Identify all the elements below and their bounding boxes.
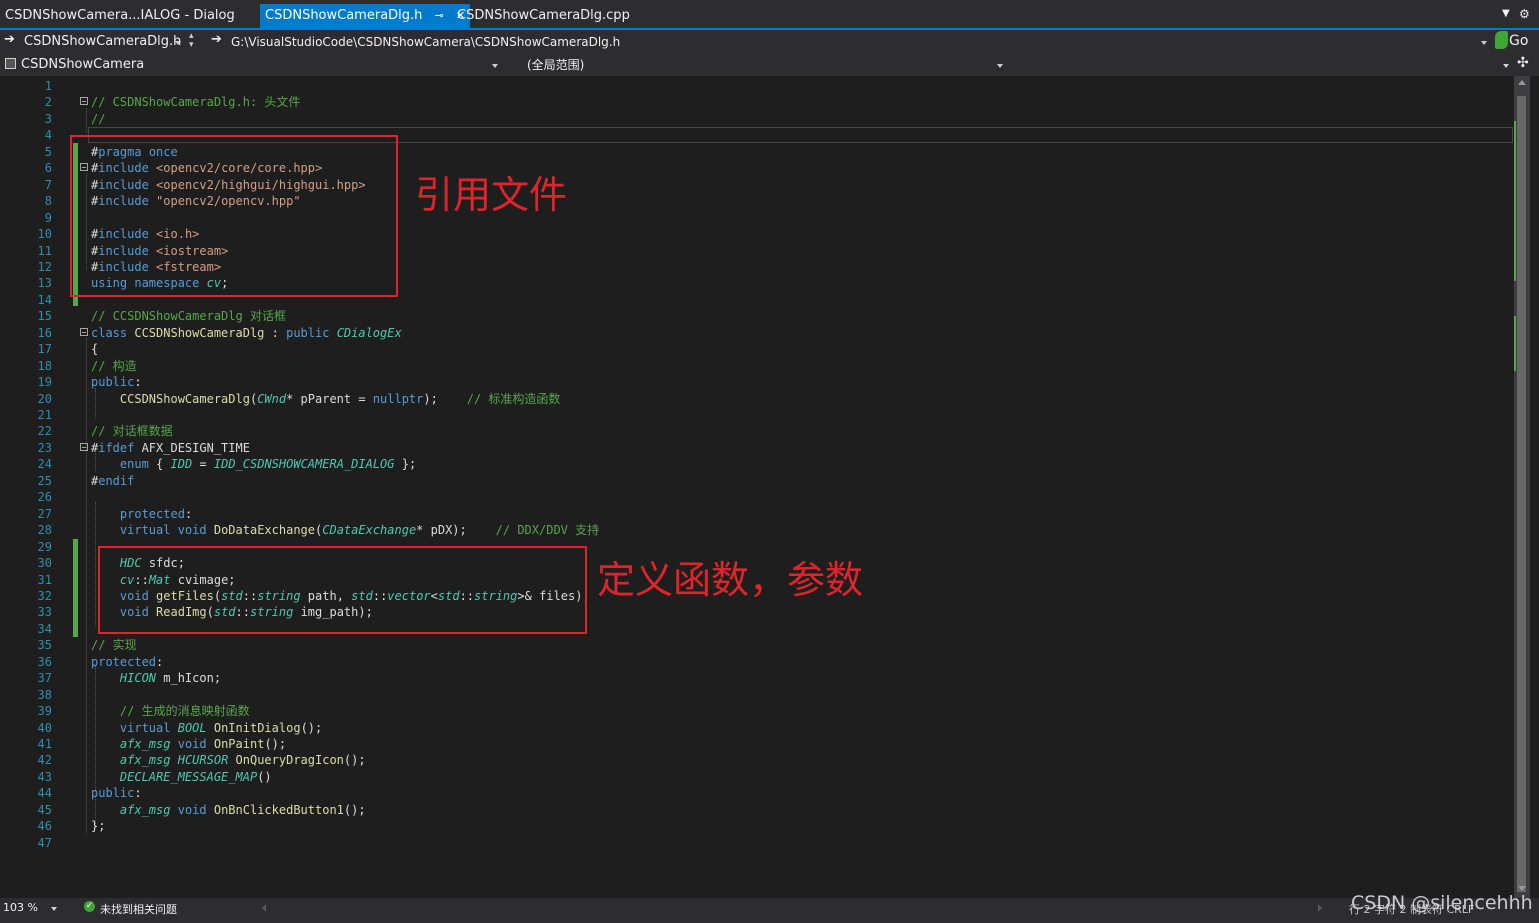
code-line[interactable]: protected: [91, 506, 192, 522]
horizontal-scrollbar[interactable] [260, 903, 1330, 915]
watermark: CSDN @silencehhh [1351, 892, 1533, 914]
document-tab-bar: CSDNShowCamera...IALOG - Dialog CSDNShow… [0, 0, 1539, 30]
go-icon[interactable] [1495, 31, 1508, 49]
code-line[interactable]: afx_msg void OnPaint(); [91, 736, 286, 752]
check-icon: ✓ [84, 901, 95, 912]
scope-combo-value: (全局范围) [527, 58, 585, 72]
file-combo[interactable]: CSDNShowCameraDlg.h [24, 32, 184, 52]
tab-dlg-header[interactable]: CSDNShowCameraDlg.h ⊸ ✕ [260, 4, 471, 28]
scroll-up-icon[interactable] [1518, 80, 1526, 85]
path-value: G:\VisualStudioCode\CSDNShowCamera\CSDNS… [231, 35, 621, 49]
annotation-box-members [98, 546, 587, 634]
tab-label: CSDNShowCamera...IALOG - Dialog [5, 8, 235, 23]
code-line[interactable]: // 对话框数据 [91, 423, 173, 439]
code-line[interactable]: // [91, 111, 105, 127]
code-line[interactable]: // CCSDNShowCameraDlg 对话框 [91, 308, 286, 324]
scope-combo[interactable]: (全局范围) [527, 55, 1002, 75]
navigation-bar: ➔ CSDNShowCameraDlg.h ▴ ▾ ➔ G:\VisualStud… [0, 30, 1539, 54]
project-combo-value: CSDNShowCamera [21, 57, 145, 72]
scroll-down-icon[interactable] [1518, 886, 1526, 891]
project-icon [5, 58, 16, 69]
scroll-change-marker [1514, 316, 1516, 371]
member-combo[interactable] [1012, 55, 1502, 75]
gear-icon[interactable]: ⚙ [1519, 7, 1530, 21]
code-line[interactable]: DECLARE_MESSAGE_MAP() [91, 769, 272, 785]
issues-status[interactable]: 未找到相关问题 [100, 901, 177, 917]
annotation-include-note: 引用文件 [415, 173, 568, 217]
code-line[interactable]: class CCSDNShowCameraDlg : public CDialo… [91, 325, 402, 341]
code-line[interactable]: public: [91, 785, 142, 801]
file-combo-value: CSDNShowCameraDlg.h [24, 34, 182, 49]
scroll-right-icon[interactable] [1318, 904, 1322, 912]
code-line[interactable]: // CSDNShowCameraDlg.h: 头文件 [91, 94, 300, 110]
pin-icon[interactable]: ⊸ [435, 4, 444, 28]
code-line[interactable]: afx_msg HCURSOR OnQueryDragIcon(); [91, 752, 366, 768]
code-line[interactable]: enum { IDD = IDD_CSDNSHOWCAMERA_DIALOG }… [91, 456, 416, 472]
code-line[interactable]: // 生成的消息映射函数 [91, 703, 250, 719]
code-line[interactable]: { [91, 341, 98, 357]
code-line[interactable]: protected: [91, 654, 163, 670]
split-icon[interactable]: ✣ [1517, 55, 1529, 71]
chevron-down-icon[interactable] [1503, 64, 1509, 68]
chevron-down-icon[interactable] [1481, 41, 1487, 45]
scroll-thumb[interactable] [1517, 96, 1526, 892]
arrow-right-icon: ➔ [211, 32, 222, 47]
chevron-down-icon[interactable] [492, 64, 498, 68]
tab-label: CSDNShowCameraDlg.h [265, 8, 423, 23]
scroll-left-icon[interactable] [262, 904, 266, 912]
chevron-down-icon[interactable] [175, 41, 181, 45]
annotation-define-note: 定义函数，参数 [597, 558, 864, 602]
up-down-icon[interactable]: ▴ ▾ [189, 32, 194, 50]
tab-dlg-cpp[interactable]: CSDNShowCameraDlg.cpp [452, 4, 635, 28]
code-line[interactable]: #ifdef AFX_DESIGN_TIME [91, 440, 250, 456]
code-line[interactable]: virtual void DoDataExchange(CDataExchang… [91, 522, 599, 538]
go-button[interactable]: Go [1509, 33, 1528, 49]
project-combo[interactable]: CSDNShowCamera [21, 55, 496, 75]
editor-status-bar: 103 % ✓ 未找到相关问题 行 2 字符 2 制表符 CRLF CSDN @… [0, 892, 1539, 923]
scroll-change-marker [1514, 121, 1516, 281]
annotation-box-includes [70, 135, 398, 297]
code-line[interactable]: #endif [91, 473, 134, 489]
code-line[interactable]: // 实现 [91, 637, 137, 653]
chevron-down-icon[interactable] [997, 64, 1003, 68]
code-editor[interactable]: 1 2 3 4 5 6 7 8 9 10 11 12 13 14 15 16 17 18 19 20 21 22 23 24 2… [0, 76, 1514, 898]
code-line[interactable]: public: [91, 374, 142, 390]
arrow-right-icon: ➔ [4, 32, 15, 47]
zoom-level[interactable]: 103 % [3, 901, 38, 914]
code-line[interactable]: afx_msg void OnBnClickedButton1(); [91, 802, 366, 818]
code-line[interactable]: }; [91, 818, 105, 834]
scope-bar: CSDNShowCamera (全局范围) ✣ [0, 54, 1539, 76]
code-line[interactable]: // 构造 [91, 358, 137, 374]
code-line[interactable]: CCSDNShowCameraDlg(CWnd* pParent = nullp… [91, 391, 561, 407]
chevron-down-icon[interactable] [51, 907, 57, 911]
path-combo[interactable]: G:\VisualStudioCode\CSDNShowCamera\CSDNS… [231, 32, 1471, 52]
tab-overflow-icon[interactable]: ▼ [1502, 8, 1510, 19]
vertical-scrollbar[interactable] [1514, 76, 1530, 898]
tab-dialog-resource[interactable]: CSDNShowCamera...IALOG - Dialog [0, 4, 240, 28]
code-line[interactable]: virtual BOOL OnInitDialog(); [91, 720, 322, 736]
code-line[interactable]: HICON m_hIcon; [91, 670, 221, 686]
tab-label: CSDNShowCameraDlg.cpp [457, 8, 630, 23]
